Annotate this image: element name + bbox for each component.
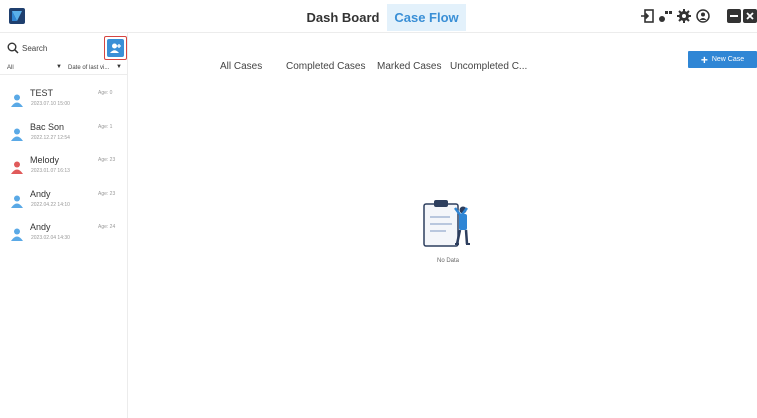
tab-all-cases[interactable]: All Cases [220,61,262,72]
new-case-button[interactable]: + New Case [688,51,757,68]
case-list-item[interactable]: Andy 2022.04.22 14:10 Age: 23 [0,186,128,220]
case-name: Bac Son [30,121,65,132]
share-icon[interactable] [658,9,672,23]
case-list: TEST 2023.07.10 15:00 Age: 0 Bac Son 202… [0,85,128,253]
search-input[interactable] [22,41,92,55]
chevron-down-icon[interactable]: ▼ [56,64,62,70]
no-data-text: No Data [436,258,459,264]
male-patient-icon [11,228,23,241]
new-case-label: New Case [711,56,745,63]
tab-completed-cases[interactable]: Completed Cases [286,61,365,72]
case-list-item[interactable]: Bac Son 2022.12.27 12:54 Age: 1 [0,119,128,153]
settings-icon[interactable] [677,9,691,23]
case-list-item[interactable]: TEST 2023.07.10 15:00 Age: 0 [0,85,128,119]
import-icon[interactable] [640,9,654,23]
tab-marked-cases[interactable]: Marked Cases [377,61,441,72]
case-age: Age: 23 [98,190,116,197]
case-date: 2023.07.10 15:00 [31,101,70,107]
case-name: Andy [30,188,51,199]
add-patient-button[interactable] [104,36,127,60]
case-age: Age: 24 [98,224,116,230]
plus-icon: + [700,52,708,67]
top-bar: Dash Board Case Flow [0,0,757,33]
male-patient-icon [11,94,23,107]
female-patient-icon [11,161,23,174]
case-date: 2022.04.22 14:10 [31,201,70,208]
chevron-down-icon[interactable]: ▼ [116,64,122,70]
tab-dash-board[interactable]: Dash Board [305,4,381,31]
male-patient-icon [11,128,23,141]
case-date: 2023.01.07 16:13 [31,168,70,174]
case-date: 2022.12.27 12:54 [31,134,70,141]
empty-clipboard-illustration [423,200,470,247]
tab-uncompleted-cases[interactable]: Uncompleted C... [450,61,527,72]
account-icon[interactable] [696,9,710,23]
case-sidebar: All ▼ Date of last vi... ▼ TEST 2023.07.… [0,33,128,418]
filter-row: All ▼ Date of last vi... ▼ [0,63,128,75]
case-name: Melody [30,155,60,165]
case-age: Age: 1 [98,123,113,130]
case-age: Age: 23 [98,157,116,163]
case-date: 2023.02.04 14:30 [31,235,70,241]
tab-case-flow[interactable]: Case Flow [387,4,466,31]
group-filter-value[interactable]: All [7,65,14,71]
close-icon[interactable] [743,9,757,23]
male-patient-icon [11,195,23,208]
add-user-icon [110,43,121,53]
case-main-panel: All Cases Completed Cases Marked Cases U… [129,33,757,418]
case-name: Andy [30,222,51,232]
sort-filter-value[interactable]: Date of last vi... [68,65,109,71]
case-age: Age: 0 [98,90,113,96]
search-icon [7,42,19,54]
search-row [0,33,128,63]
case-name: TEST [30,88,54,98]
minimize-icon[interactable] [727,9,741,23]
case-list-item[interactable]: Melody 2023.01.07 16:13 Age: 23 [0,152,128,186]
case-list-item[interactable]: Andy 2023.02.04 14:30 Age: 24 [0,219,128,253]
app-logo [9,8,25,24]
